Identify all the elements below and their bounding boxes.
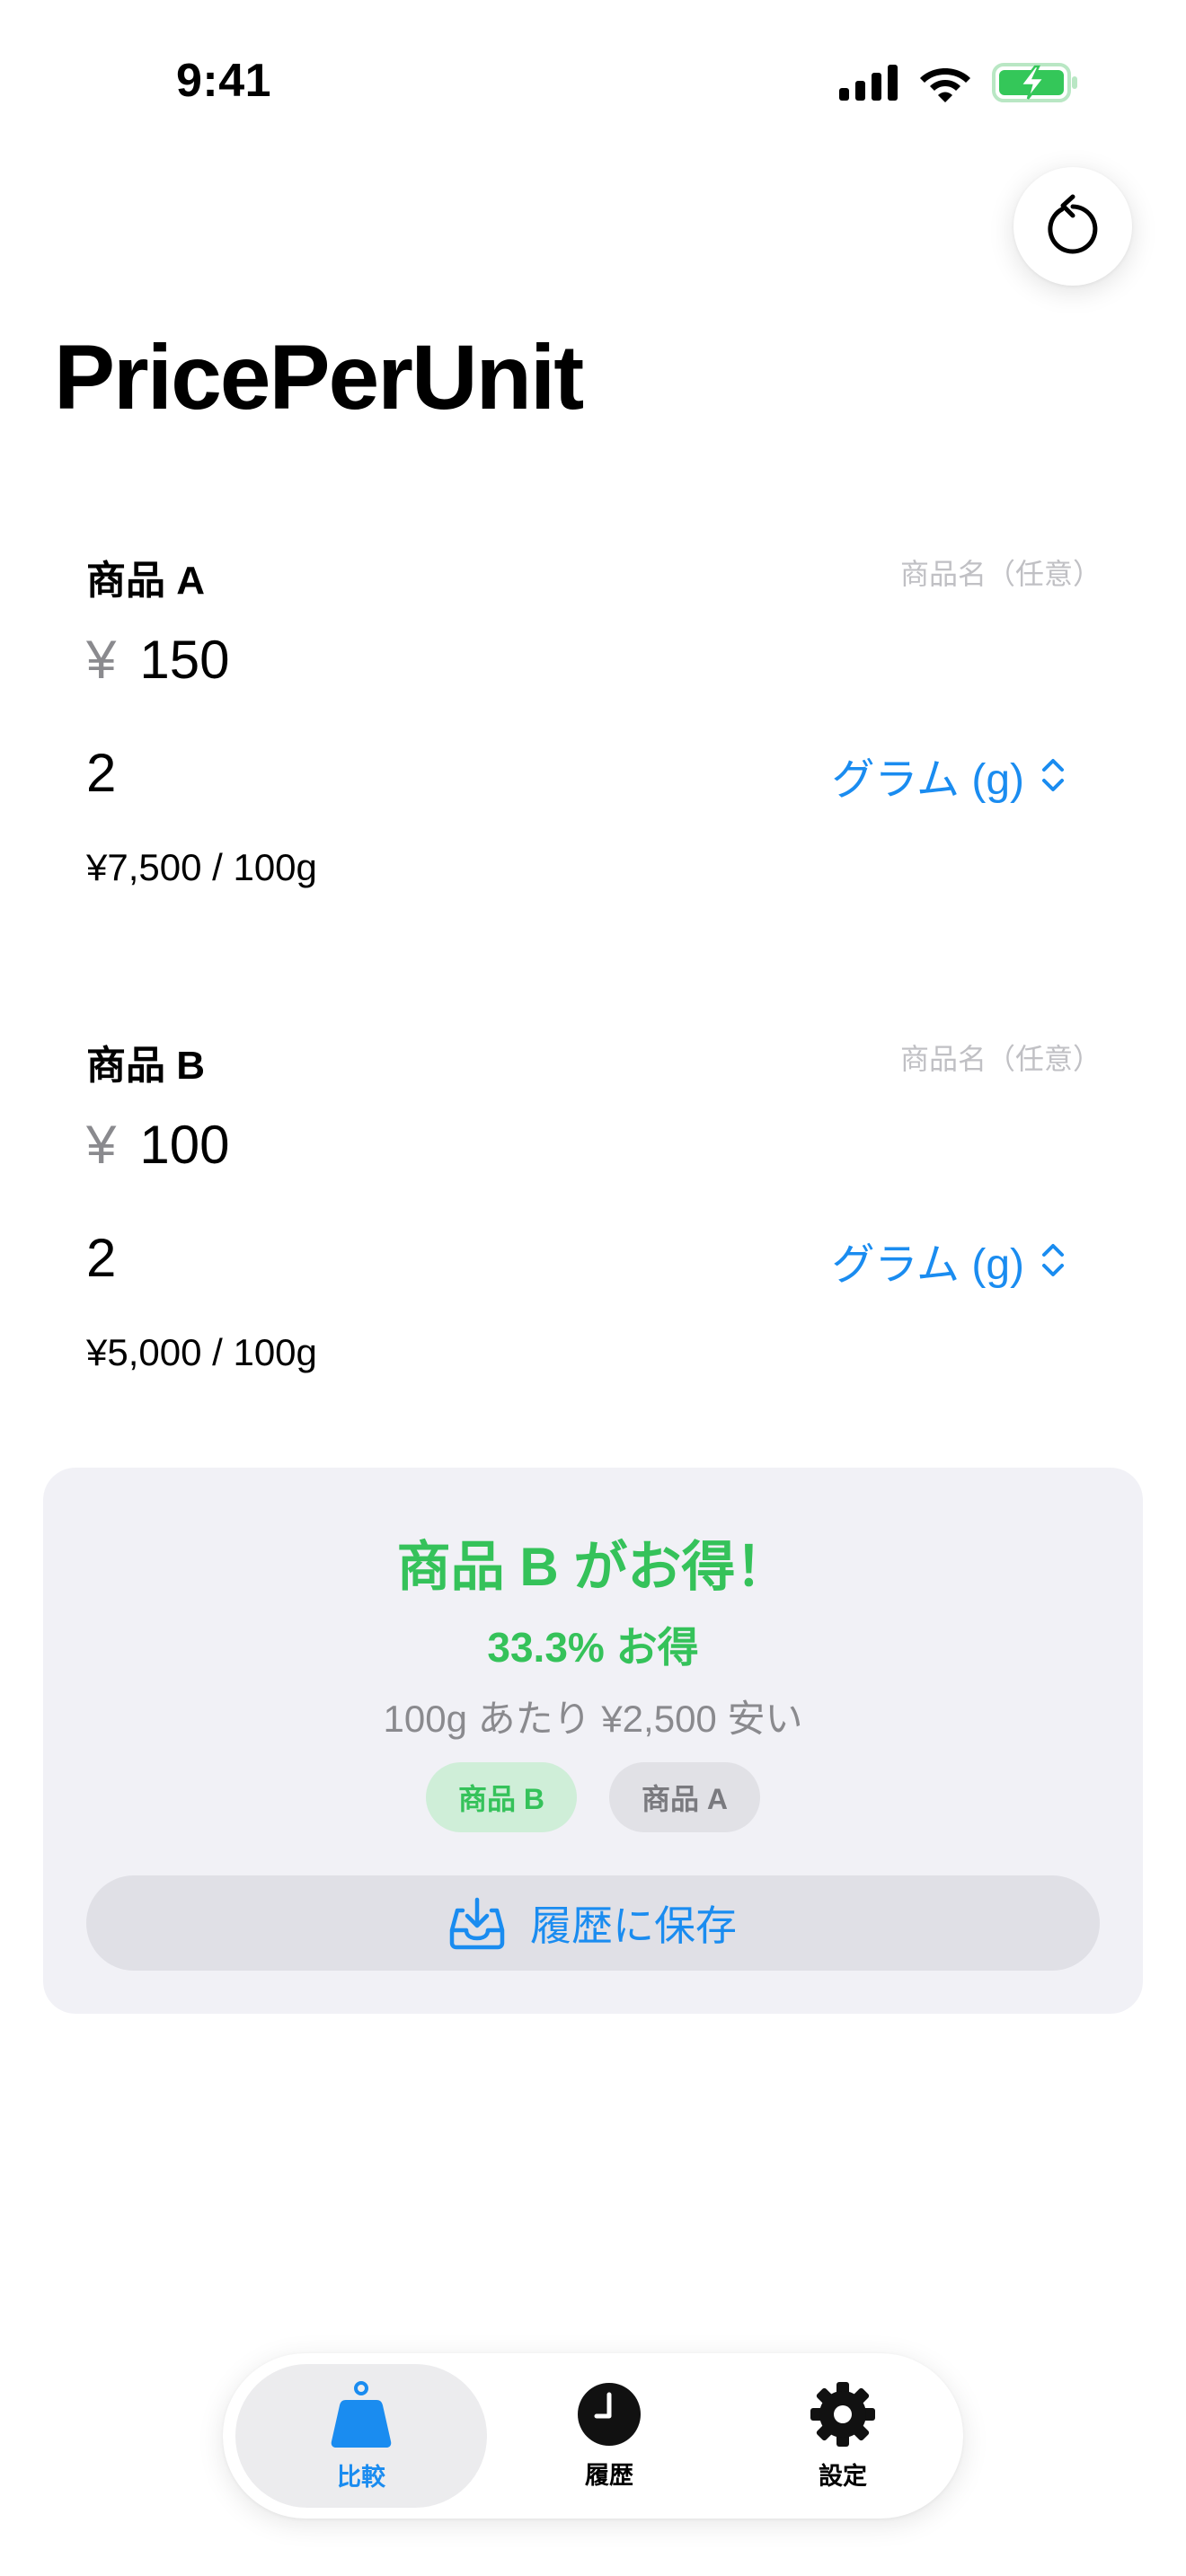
result-chips: 商品 B 商品 A bbox=[43, 1762, 1143, 1832]
tab-settings[interactable]: 設定 bbox=[726, 2364, 960, 2508]
scale-weight-icon bbox=[331, 2380, 392, 2448]
winner-chip: 商品 B bbox=[425, 1762, 577, 1832]
page-title: PricePerUnit bbox=[54, 326, 584, 428]
product-b-unit-picker[interactable]: グラム (g) bbox=[831, 1229, 1066, 1292]
result-card: 商品 B がお得！ 33.3% お得 100g あたり ¥2,500 安い 商品… bbox=[43, 1468, 1143, 2014]
product-a-label: 商品 A bbox=[86, 559, 205, 603]
tab-compare-label: 比較 bbox=[337, 2463, 385, 2491]
chevron-up-down-icon bbox=[1042, 1244, 1064, 1276]
save-button-label: 履歴に保存 bbox=[530, 1902, 737, 1949]
tray-download-icon bbox=[449, 1897, 505, 1950]
result-savings: 100g あたり ¥2,500 安い bbox=[383, 1698, 803, 1740]
result-percent: 33.3% お得 bbox=[487, 1624, 699, 1671]
clock-icon bbox=[578, 2382, 641, 2446]
status-icons bbox=[839, 63, 1078, 102]
arrow-counterclockwise-icon bbox=[1048, 194, 1098, 254]
wifi-icon bbox=[920, 68, 970, 102]
battery-charging-icon bbox=[992, 63, 1077, 102]
reset-button[interactable] bbox=[1013, 167, 1132, 286]
product-b-currency: ¥ bbox=[86, 1115, 117, 1175]
tab-settings-label: 設定 bbox=[819, 2462, 867, 2490]
product-a-unit-label: グラム (g) bbox=[831, 756, 1024, 804]
chevron-up-down-icon bbox=[1042, 759, 1064, 791]
product-a-unit-picker[interactable]: グラム (g) bbox=[831, 744, 1066, 807]
product-a-price-field[interactable]: ¥ 150 bbox=[86, 629, 229, 691]
tab-compare[interactable]: 比較 bbox=[235, 2364, 487, 2508]
cellular-signal-icon bbox=[839, 65, 898, 101]
loser-chip: 商品 A bbox=[609, 1762, 761, 1832]
product-b-quantity-field[interactable]: 2 bbox=[86, 1227, 116, 1289]
tab-history-label: 履歴 bbox=[585, 2461, 633, 2489]
tab-bar: 比較 履歴 設定 bbox=[223, 2353, 963, 2519]
product-b-unit-price: ¥5,000 / 100g bbox=[86, 1331, 317, 1373]
product-a-currency: ¥ bbox=[86, 630, 117, 690]
product-b-price-field[interactable]: ¥ 100 bbox=[86, 1114, 229, 1176]
gear-icon bbox=[810, 2381, 875, 2447]
product-b-name-input[interactable]: 商品名（任意） bbox=[900, 1037, 1102, 1078]
product-b-price-value[interactable]: 100 bbox=[139, 1114, 229, 1176]
result-title: 商品 B がお得！ bbox=[396, 1537, 790, 1597]
product-a-price-value[interactable]: 150 bbox=[139, 629, 229, 691]
product-a-quantity-field[interactable]: 2 bbox=[86, 742, 116, 804]
tab-history[interactable]: 履歴 bbox=[492, 2364, 726, 2508]
product-b-unit-label: グラム (g) bbox=[831, 1241, 1024, 1289]
product-a-name-input[interactable]: 商品名（任意） bbox=[900, 551, 1102, 593]
product-b-label: 商品 B bbox=[86, 1044, 205, 1088]
status-time: 9:41 bbox=[176, 55, 272, 107]
product-a-unit-price: ¥7,500 / 100g bbox=[86, 846, 317, 888]
save-to-history-button[interactable]: 履歴に保存 bbox=[86, 1875, 1100, 1971]
